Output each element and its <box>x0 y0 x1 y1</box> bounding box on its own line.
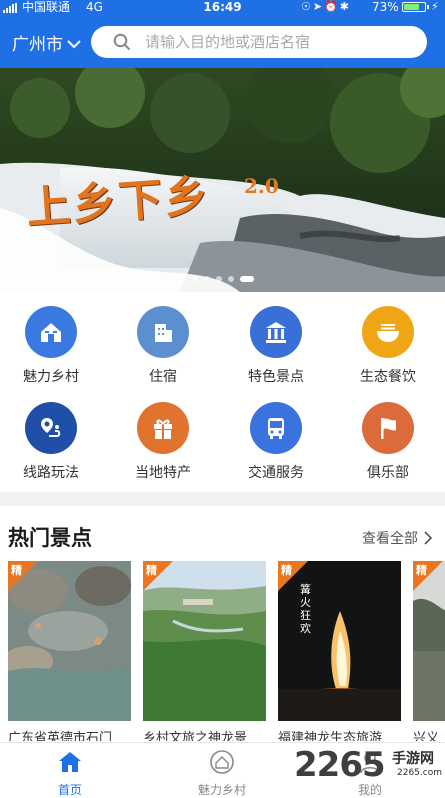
carousel-dot[interactable] <box>227 276 234 282</box>
section-divider <box>0 492 445 506</box>
building-icon <box>137 306 189 358</box>
banner-title: 上乡下乡 <box>24 170 212 235</box>
search-icon <box>113 33 131 51</box>
carousel-dot[interactable] <box>239 276 254 282</box>
section-title: 热门景点 <box>8 526 92 550</box>
route-icon <box>25 402 77 454</box>
spot-name: 广东省英德市石门 <box>8 731 113 741</box>
hot-spots-carousel: 精 广东省英德市石门 精 乡村文旅之神龙景 篝火狂欢 精 福建神龙生态旅游 精 … <box>0 561 445 741</box>
spot-name: 福建神龙生态旅游 <box>278 731 383 741</box>
tab-village[interactable]: 魅力乡村 <box>162 743 282 797</box>
spot-card[interactable]: 篝火狂欢 精 <box>278 561 401 721</box>
see-all-link[interactable]: 查看全部 <box>362 528 432 548</box>
watermark-sub: 手游网 <box>392 751 434 767</box>
bus-icon <box>250 402 302 454</box>
landmark-icon <box>250 306 302 358</box>
bowl-icon <box>362 306 414 358</box>
category-lodging[interactable]: 住宿 <box>108 292 218 385</box>
spot-name: 乡村文旅之神龙景 <box>143 731 248 741</box>
watermark-url: 2265.com <box>397 768 442 778</box>
featured-badge: 精 <box>146 564 157 577</box>
village-tab-icon <box>210 750 234 774</box>
featured-badge: 精 <box>281 564 292 577</box>
category-dining[interactable]: 生态餐饮 <box>333 292 443 385</box>
tab-label: 首页 <box>57 783 82 797</box>
battery-icon <box>402 2 426 12</box>
chevron-right-icon <box>424 531 432 545</box>
category-specialty[interactable]: 当地特产 <box>108 388 218 481</box>
carousel-dot[interactable] <box>215 276 222 282</box>
charging-icon: ⚡ <box>431 0 439 13</box>
featured-badge: 精 <box>416 564 427 577</box>
category-attraction[interactable]: 特色景点 <box>221 292 331 385</box>
category-club[interactable]: 俱乐部 <box>333 388 443 481</box>
watermark-logo: 2265 <box>294 745 386 785</box>
featured-badge: 精 <box>11 564 22 577</box>
status-icons: ☉➤⏰✱ <box>301 0 351 13</box>
category-label: 当地特产 <box>135 465 191 481</box>
spot-card[interactable]: 精 <box>8 561 131 721</box>
search-bar[interactable] <box>91 26 427 58</box>
search-input[interactable] <box>143 32 417 52</box>
spot-card[interactable]: 精 <box>143 561 266 721</box>
spot-name: 兴义 <box>413 731 440 741</box>
category-label: 交通服务 <box>248 465 304 481</box>
tab-home[interactable]: 首页 <box>10 743 130 797</box>
category-village[interactable]: 魅力乡村 <box>0 292 106 385</box>
village-icon <box>25 306 77 358</box>
category-label: 特色景点 <box>248 369 304 385</box>
banner-subtitle: 2.0 <box>244 174 279 198</box>
category-routes[interactable]: 线路玩法 <box>0 388 106 481</box>
category-label: 生态餐饮 <box>360 369 416 385</box>
home-icon <box>59 752 81 772</box>
category-transport[interactable]: 交通服务 <box>221 388 331 481</box>
gift-icon <box>137 402 189 454</box>
category-label: 线路玩法 <box>23 465 79 481</box>
carousel-dot[interactable] <box>191 276 198 282</box>
banner-carousel[interactable]: 上乡下乡 2.0 <box>0 68 445 292</box>
battery-percent: 73% <box>372 0 399 14</box>
see-all-label: 查看全部 <box>362 531 418 547</box>
carousel-indicator <box>0 276 445 282</box>
city-selector[interactable]: 广州市 <box>12 30 81 55</box>
spot-card[interactable]: 精 <box>413 561 445 721</box>
tab-label: 魅力乡村 <box>197 783 246 797</box>
header: 广州市 <box>0 14 445 68</box>
category-label: 魅力乡村 <box>23 369 79 385</box>
city-label: 广州市 <box>12 35 63 55</box>
category-label: 俱乐部 <box>367 465 409 481</box>
chevron-down-icon <box>67 39 81 48</box>
category-grid: 魅力乡村 住宿 特色景点 生态餐饮 线路玩法 当地特产 交通服务 俱乐部 <box>0 292 445 492</box>
category-label: 住宿 <box>149 369 177 385</box>
flag-icon <box>362 402 414 454</box>
status-bar: 中国联通 4G 16:49 ☉➤⏰✱ 73% ⚡ <box>0 0 445 14</box>
carousel-dot[interactable] <box>203 276 210 282</box>
